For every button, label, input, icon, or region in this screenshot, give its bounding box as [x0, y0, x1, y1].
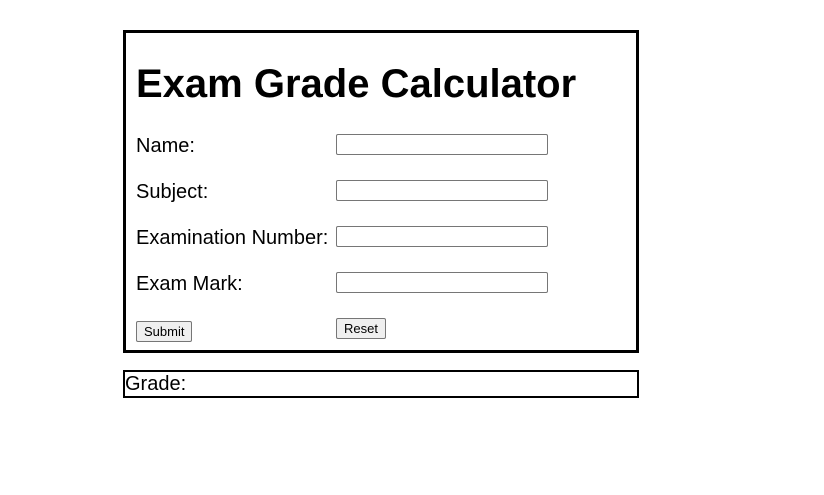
page-title: Exam Grade Calculator	[136, 62, 577, 106]
examination-number-input[interactable]	[336, 226, 548, 247]
name-label: Name:	[136, 135, 195, 157]
exam-mark-input[interactable]	[336, 272, 548, 293]
name-input[interactable]	[336, 134, 548, 155]
grade-output: Grade:	[123, 370, 639, 398]
grade-label: Grade:	[125, 373, 187, 395]
subject-input[interactable]	[336, 180, 548, 201]
subject-label: Subject:	[136, 181, 209, 203]
submit-button[interactable]: Submit	[136, 321, 193, 342]
reset-button[interactable]: Reset	[336, 318, 386, 339]
examination-number-label: Examination Number:	[136, 227, 329, 249]
exam-mark-label: Exam Mark:	[136, 273, 243, 295]
grade-calculator-form: Exam Grade Calculator Name: Subject: Exa…	[123, 30, 639, 353]
